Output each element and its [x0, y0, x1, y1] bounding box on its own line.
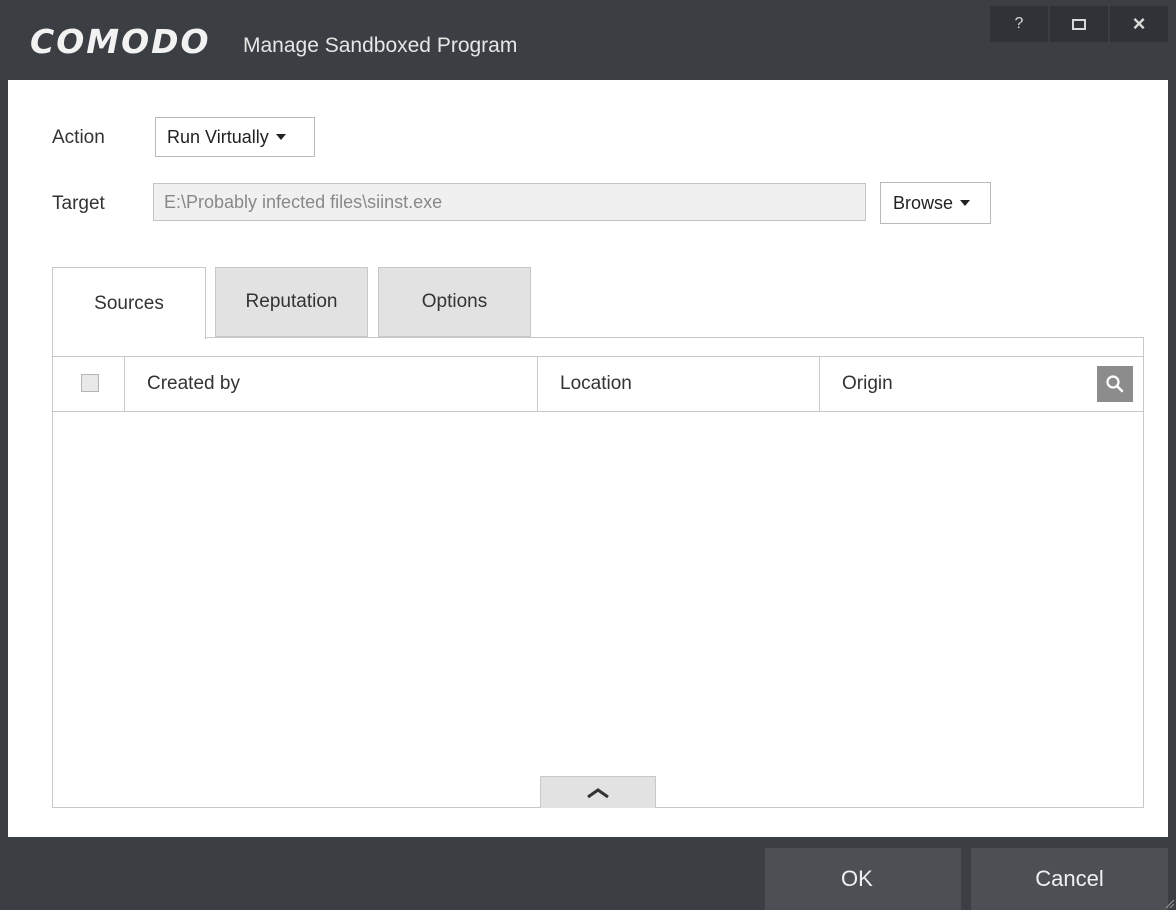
search-button[interactable]: [1097, 366, 1133, 402]
target-path-field[interactable]: E:\Probably infected files\siinst.exe: [153, 183, 866, 221]
column-label: Created by: [147, 373, 240, 394]
search-icon: [1106, 375, 1124, 393]
collapse-panel-button[interactable]: [540, 776, 656, 808]
sources-panel: Created by Location Origin: [52, 337, 1144, 808]
close-icon: ×: [1132, 11, 1146, 36]
title-bar: COMODO Manage Sandboxed Program ? ×: [0, 0, 1176, 80]
select-all-checkbox[interactable]: [81, 374, 99, 392]
browse-label: Browse: [893, 192, 954, 213]
select-all-cell: [53, 357, 124, 411]
tab-label: Reputation: [245, 291, 338, 312]
tab-reputation[interactable]: Reputation: [215, 267, 368, 337]
action-value: Run Virtually: [167, 126, 269, 147]
panel-top-strip: [53, 338, 1143, 357]
dropdown-caret-icon: [275, 134, 286, 140]
help-icon: ?: [1014, 15, 1024, 32]
ok-button[interactable]: OK: [765, 848, 961, 910]
browse-button[interactable]: Browse: [880, 182, 991, 224]
comodo-logo: COMODO: [30, 22, 211, 61]
ok-label: OK: [841, 866, 873, 891]
tab-label: Options: [421, 291, 488, 312]
close-button[interactable]: ×: [1110, 6, 1168, 42]
column-label: Origin: [842, 373, 893, 394]
window-title: Manage Sandboxed Program: [243, 34, 518, 57]
chevron-up-icon: [587, 787, 609, 798]
resize-grip-icon[interactable]: [1164, 898, 1174, 908]
column-location[interactable]: Location: [537, 357, 819, 411]
window-controls: ? ×: [990, 6, 1168, 42]
column-label: Location: [560, 373, 632, 394]
help-button[interactable]: ?: [990, 6, 1048, 42]
maximize-icon: [1072, 18, 1086, 30]
cancel-button[interactable]: Cancel: [971, 848, 1168, 910]
tab-sources[interactable]: Sources: [52, 267, 206, 339]
table-header: Created by Location Origin: [53, 356, 1143, 412]
action-label: Action: [52, 127, 105, 148]
tab-label: Sources: [94, 292, 164, 314]
action-dropdown[interactable]: Run Virtually: [155, 117, 315, 157]
column-origin[interactable]: Origin: [819, 357, 1143, 411]
cancel-label: Cancel: [1035, 866, 1104, 891]
column-created-by[interactable]: Created by: [124, 357, 537, 411]
dialog-content: Action Run Virtually Target E:\Probably …: [8, 80, 1168, 837]
maximize-button[interactable]: [1050, 6, 1108, 42]
target-label: Target: [52, 193, 105, 214]
tab-options[interactable]: Options: [378, 267, 531, 337]
dropdown-caret-icon: [960, 200, 971, 206]
